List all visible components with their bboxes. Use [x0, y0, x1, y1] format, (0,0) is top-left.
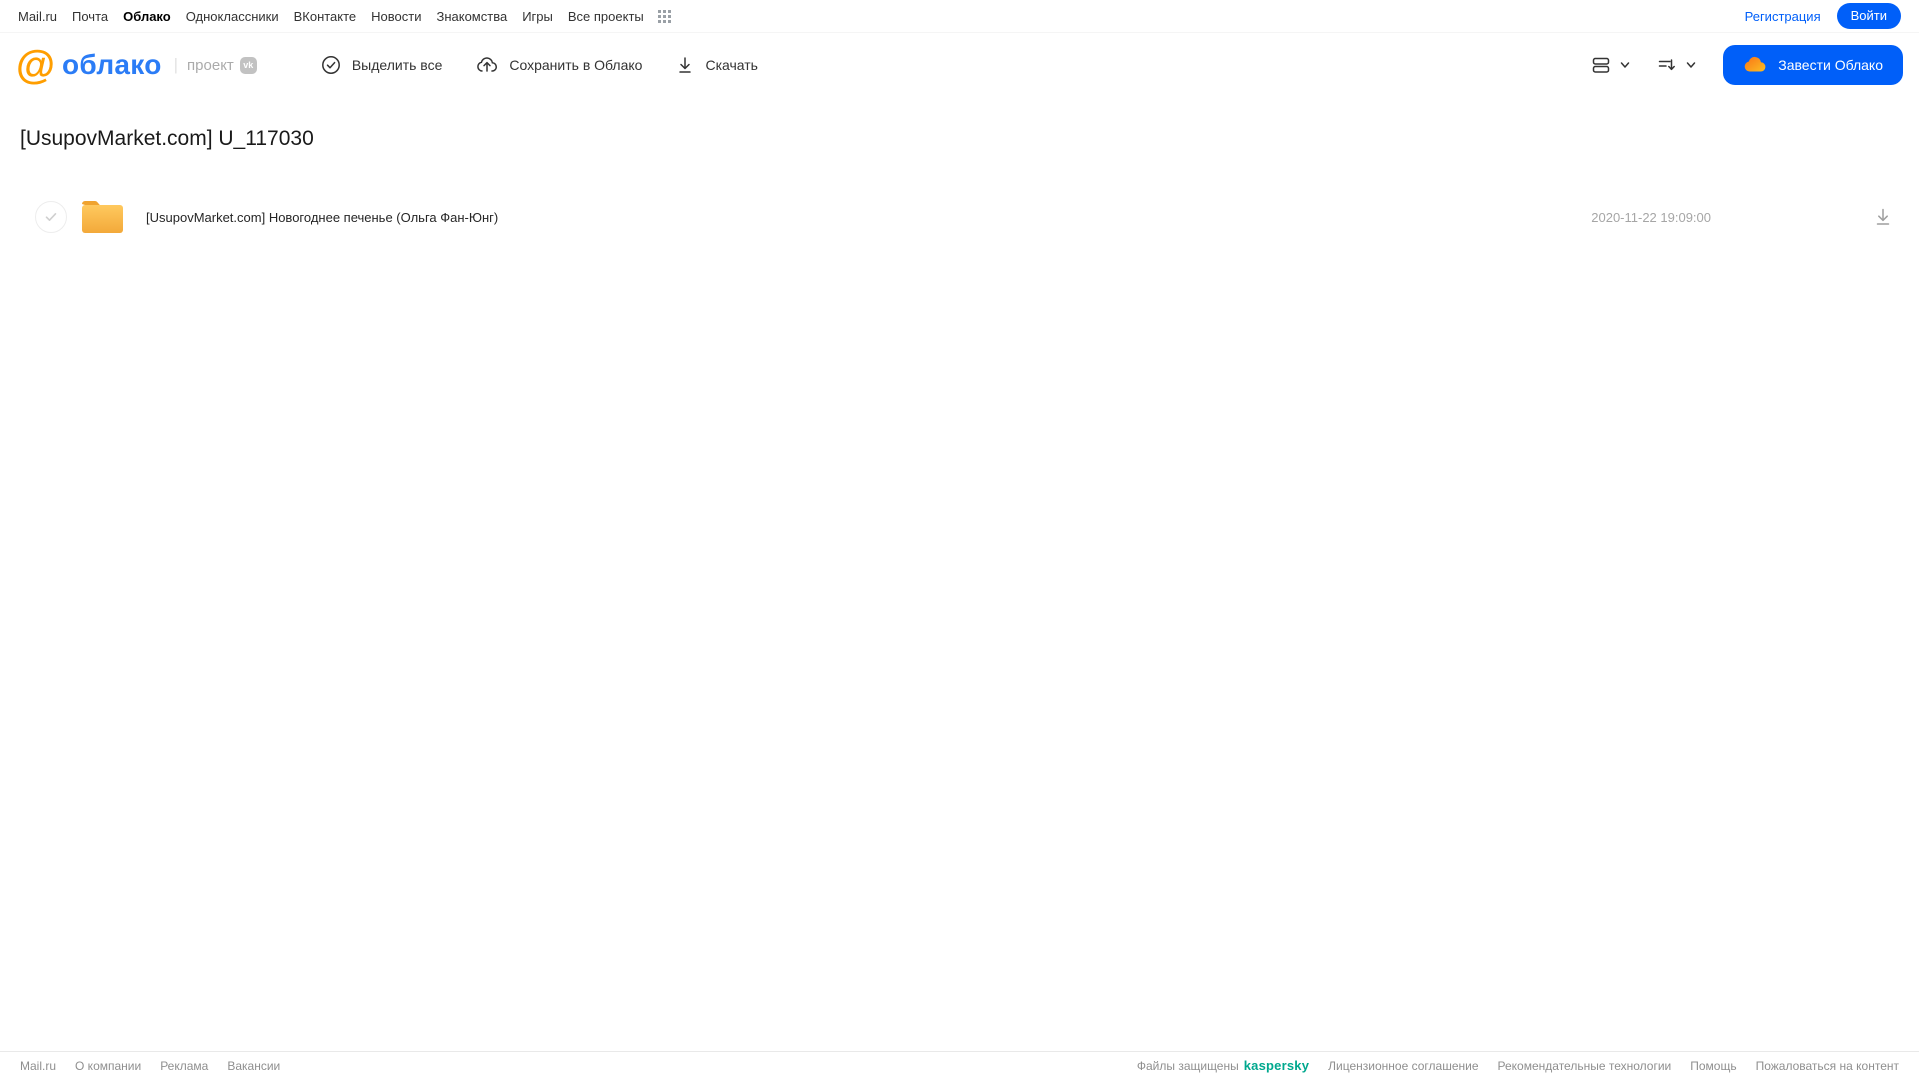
- nav-item-vkontakte[interactable]: ВКонтакте: [294, 9, 357, 24]
- chevron-down-icon: [1619, 59, 1631, 71]
- logo-divider: |: [173, 55, 179, 74]
- mailru-at-icon: @: [16, 43, 56, 87]
- nav-item-znakomstva[interactable]: Знакомства: [436, 9, 507, 24]
- footer-link-company[interactable]: О компании: [75, 1059, 141, 1073]
- chevron-down-icon: [1685, 59, 1697, 71]
- kaspersky-logo: kaspersky: [1243, 1058, 1310, 1073]
- select-all-label: Выделить все: [351, 57, 443, 73]
- sort-selector[interactable]: [1657, 55, 1697, 75]
- view-mode-icon: [1591, 55, 1611, 75]
- select-all-button[interactable]: Выделить все: [321, 55, 443, 75]
- view-mode-selector[interactable]: [1591, 55, 1631, 75]
- folder-icon: [79, 199, 126, 235]
- check-circle-icon: [321, 55, 341, 75]
- vk-icon: vk: [239, 56, 257, 74]
- footer-link-recommend-tech[interactable]: Рекомендательные технологии: [1498, 1059, 1672, 1073]
- registration-link[interactable]: Регистрация: [1745, 9, 1821, 24]
- footer-link-mailru[interactable]: Mail.ru: [20, 1059, 56, 1073]
- download-icon: [676, 55, 694, 75]
- app-header: @ облако | проект vk Выделить все Сохран…: [0, 33, 1919, 97]
- row-checkbox[interactable]: [35, 201, 67, 233]
- row-download-icon[interactable]: [1873, 206, 1893, 228]
- cloud-upload-icon: [476, 55, 498, 75]
- nav-item-mailru[interactable]: Mail.ru: [18, 9, 57, 24]
- save-to-cloud-button[interactable]: Сохранить в Облако: [476, 55, 642, 75]
- create-cloud-button[interactable]: Завести Облако: [1723, 45, 1903, 85]
- footer-link-jobs[interactable]: Вакансии: [227, 1059, 280, 1073]
- nav-item-igry[interactable]: Игры: [522, 9, 553, 24]
- nav-item-oblako[interactable]: Облако: [123, 9, 171, 24]
- download-label: Скачать: [705, 57, 758, 73]
- file-date: 2020-11-22 19:09:00: [1591, 209, 1711, 225]
- download-button[interactable]: Скачать: [676, 55, 758, 75]
- create-cloud-label: Завести Облако: [1778, 57, 1883, 73]
- cloud-logo[interactable]: @ облако | проект vk: [16, 45, 257, 85]
- portal-nav: Mail.ru Почта Облако Одноклассники ВКонт…: [0, 0, 1919, 33]
- file-list: [UsupovMarket.com] Новогоднее печенье (О…: [0, 195, 1919, 239]
- apps-grid-icon[interactable]: [657, 9, 672, 24]
- cloud-brand-icon: [1743, 56, 1767, 74]
- page-footer: Mail.ru О компании Реклама Вакансии Файл…: [0, 1051, 1919, 1079]
- nav-item-vse-proekty[interactable]: Все проекты: [568, 9, 644, 24]
- footer-link-help[interactable]: Помощь: [1690, 1059, 1736, 1073]
- project-label: проект: [187, 56, 234, 74]
- nav-item-pochta[interactable]: Почта: [72, 9, 108, 24]
- file-toolbar: Выделить все Сохранить в Облако Скачать: [321, 55, 758, 75]
- file-name-link[interactable]: [UsupovMarket.com] Новогоднее печенье (О…: [146, 210, 1591, 225]
- footer-link-ads[interactable]: Реклама: [160, 1059, 208, 1073]
- kaspersky-protection: Файлы защищены kaspersky: [1137, 1058, 1309, 1073]
- footer-link-report-content[interactable]: Пожаловаться на контент: [1756, 1059, 1899, 1073]
- footer-link-license[interactable]: Лицензионное соглашение: [1328, 1059, 1478, 1073]
- login-button[interactable]: Войти: [1836, 3, 1901, 29]
- logo-wordmark: облако: [62, 49, 162, 80]
- file-row[interactable]: [UsupovMarket.com] Новогоднее печенье (О…: [0, 195, 1919, 239]
- sort-icon: [1657, 55, 1677, 75]
- page-title: [UsupovMarket.com] U_117030: [20, 127, 314, 150]
- save-to-cloud-label: Сохранить в Облако: [509, 57, 643, 73]
- protected-label: Файлы защищены: [1136, 1058, 1239, 1073]
- nav-item-novosti[interactable]: Новости: [371, 9, 421, 24]
- nav-item-odnoklassniki[interactable]: Одноклассники: [186, 9, 279, 24]
